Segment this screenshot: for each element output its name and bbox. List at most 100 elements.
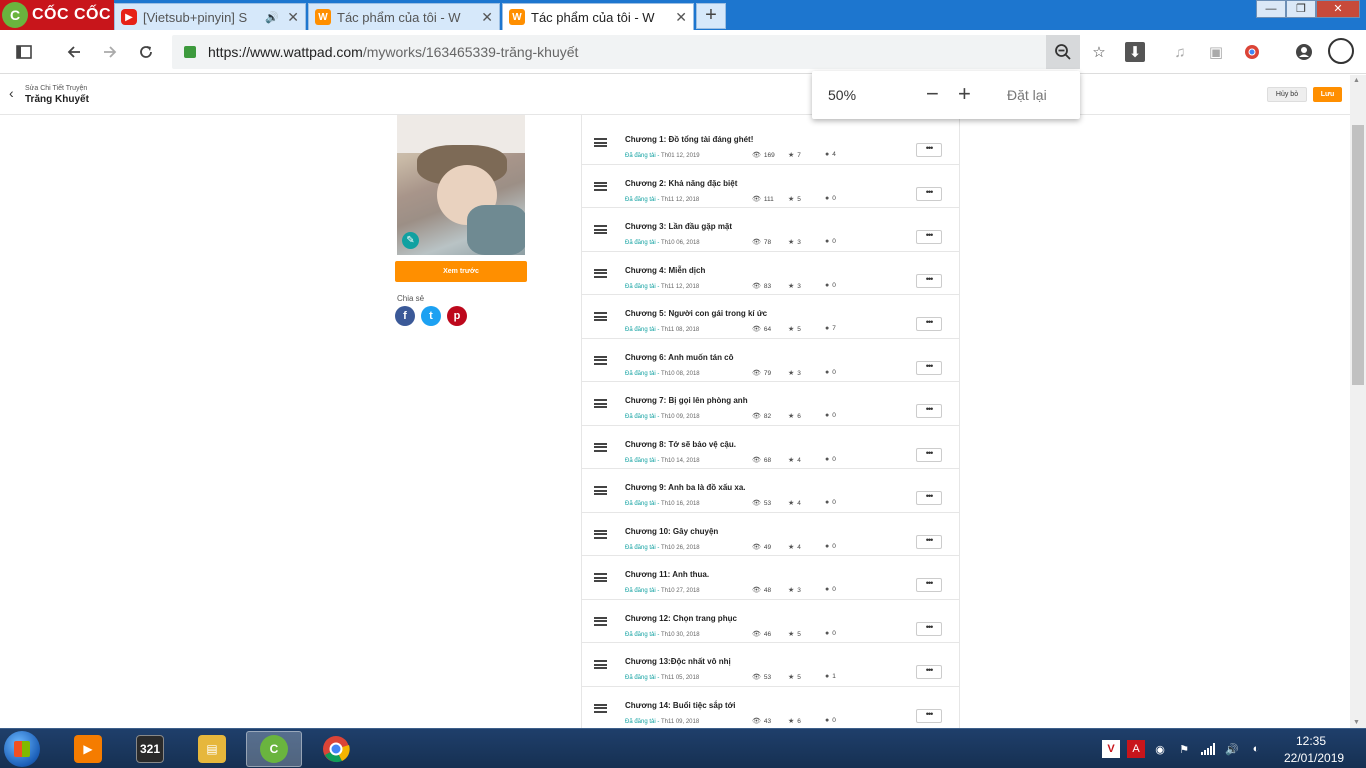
tab-wattpad-1[interactable]: W Tác phẩm của tôi - W ✕ (308, 3, 500, 30)
drag-handle-icon[interactable] (594, 225, 607, 234)
chapter-title[interactable]: Chương 9: Anh ba là đồ xấu xa. (625, 483, 746, 492)
back-icon[interactable] (62, 40, 86, 64)
drag-handle-icon[interactable] (594, 442, 607, 452)
more-options-button[interactable]: ••• (916, 534, 942, 549)
drag-handle-icon[interactable] (594, 573, 607, 582)
preview-button[interactable]: Xem trước (395, 261, 527, 282)
clock-date[interactable]: 22/01/2019 (1284, 751, 1344, 765)
chapter-row[interactable]: Chương 3: Lần đầu gặp mặt Đã đăng tải - T… (582, 208, 959, 252)
chapter-title[interactable]: Chương 12: Chọn trang phục (625, 614, 737, 623)
scroll-up-icon[interactable]: ▲ (1353, 77, 1360, 84)
zoom-minus-button[interactable]: − (926, 81, 939, 107)
music-icon[interactable]: ♫ (1170, 42, 1190, 62)
drag-handle-icon[interactable] (594, 703, 607, 713)
more-options-button[interactable]: ••• (916, 143, 942, 157)
taskbar-chrome[interactable] (308, 731, 364, 767)
chapter-row[interactable]: Chương 5: Người con gái trong kí ức Đã đă… (582, 295, 959, 339)
drag-handle-icon[interactable] (594, 529, 607, 539)
profile-icon[interactable] (1294, 42, 1314, 62)
more-options-button[interactable]: ••• (916, 665, 942, 679)
address-bar[interactable]: https://www.wattpad.com/myworks/16346533… (172, 35, 1080, 69)
taskbar-media-player[interactable]: ▶ (60, 731, 116, 767)
more-options-button[interactable]: ••• (916, 621, 942, 636)
extension-icon[interactable]: ▣ (1206, 42, 1226, 62)
taskbar-321-player[interactable]: 321 (122, 731, 178, 767)
zoom-plus-button[interactable]: + (958, 81, 971, 107)
taskbar-file-explorer[interactable]: ▤ (184, 731, 240, 767)
page-scrollbar[interactable]: ▲ ▼ (1350, 75, 1366, 728)
chapter-title[interactable]: Chương 6: Anh muốn tán cô (625, 353, 734, 362)
more-options-button[interactable]: ••• (916, 404, 942, 418)
volume-icon[interactable]: 🔊 (1223, 740, 1241, 758)
action-center-flag-icon[interactable]: ⚑ (1175, 740, 1193, 758)
chapter-row[interactable]: Chương 2: Khả năng đặc biệt Đã đăng tải -… (582, 164, 959, 208)
chapter-row[interactable]: Chương 12: Chọn trang phục Đã đăng tải - … (582, 599, 959, 643)
scroll-thumb[interactable] (1352, 125, 1364, 385)
chapter-row[interactable]: Chương 10: Gây chuyện Đã đăng tải - Th10 … (582, 512, 959, 556)
clock-time[interactable]: 12:35 (1296, 734, 1326, 748)
chapter-title[interactable]: Chương 3: Lần đầu gặp mặt (625, 222, 732, 231)
new-tab-button[interactable]: + (696, 3, 726, 29)
bookmark-star-icon[interactable]: ☆ (1089, 42, 1109, 62)
twitter-icon[interactable]: t (421, 306, 441, 326)
chapter-title[interactable]: Chương 10: Gây chuyện (625, 527, 718, 536)
chapter-title[interactable]: Chương 5: Người con gái trong kí ức (625, 309, 767, 318)
minimize-icon[interactable]: — (1256, 0, 1286, 18)
unikey-icon[interactable]: ◉ (1151, 740, 1169, 758)
more-options-button[interactable]: ••• (916, 273, 942, 288)
speaker-icon[interactable]: 🔊 (265, 11, 279, 24)
chapter-title[interactable]: Chương 4: Miễn dịch (625, 266, 705, 275)
forward-icon[interactable] (98, 40, 122, 64)
chapter-row[interactable]: Chương 6: Anh muốn tán cô Đã đăng tải - T… (582, 338, 959, 382)
chapter-row[interactable]: Chương 7: Bị gọi lên phòng anh Đã đăng tả… (582, 382, 959, 426)
chrome-extension-icon[interactable] (1242, 42, 1262, 62)
drag-handle-icon[interactable] (594, 486, 607, 495)
chapter-title[interactable]: Chương 14: Buổi tiệc sắp tới (625, 701, 736, 710)
chapter-row[interactable]: Chương 9: Anh ba là đồ xấu xa. Đã đăng tả… (582, 469, 959, 513)
more-options-button[interactable]: ••• (916, 708, 942, 723)
drag-handle-icon[interactable] (594, 268, 607, 278)
network-signal-icon[interactable] (1199, 740, 1217, 758)
tab-close-icon[interactable]: ✕ (675, 9, 687, 26)
drag-handle-icon[interactable] (594, 660, 607, 669)
more-options-button[interactable]: ••• (916, 491, 942, 505)
language-icon[interactable]: ◐ (1247, 740, 1265, 758)
taskbar-coccoc[interactable]: C (246, 731, 302, 767)
more-options-button[interactable]: ••• (916, 447, 942, 462)
drag-handle-icon[interactable] (594, 312, 607, 321)
more-options-button[interactable]: ••• (916, 186, 942, 201)
tab-close-icon[interactable]: ✕ (287, 9, 299, 26)
chapter-title[interactable]: Chương 13:Độc nhất vô nhị (625, 657, 731, 666)
drag-handle-icon[interactable] (594, 355, 607, 365)
scroll-down-icon[interactable]: ▼ (1353, 719, 1360, 726)
breadcrumb[interactable]: Sửa Chi Tiết Truyện (25, 85, 87, 92)
pinterest-icon[interactable]: p (447, 306, 467, 326)
coccoc-logo[interactable]: C CỐC CỐC (0, 0, 114, 30)
tab-close-icon[interactable]: ✕ (481, 9, 493, 26)
more-options-button[interactable]: ••• (916, 578, 942, 592)
chapter-title[interactable]: Chương 8: Tớ sẽ bảo vệ cậu. (625, 440, 736, 449)
drag-handle-icon[interactable] (594, 138, 607, 147)
menu-circle-icon[interactable] (1328, 38, 1354, 64)
facebook-icon[interactable]: f (395, 306, 415, 326)
zoom-out-indicator-icon[interactable] (1046, 35, 1080, 69)
drag-handle-icon[interactable] (594, 616, 607, 626)
back-chevron-icon[interactable]: ‹ (9, 85, 14, 101)
chapter-row[interactable]: Chương 1: Đồ tổng tài đáng ghét! Đã đăng … (582, 121, 959, 165)
more-options-button[interactable]: ••• (916, 230, 942, 244)
reload-icon[interactable] (134, 40, 158, 64)
chapter-row[interactable]: Chương 8: Tớ sẽ bảo vệ cậu. Đã đăng tải -… (582, 425, 959, 469)
edit-pencil-icon[interactable]: ✎ (402, 232, 419, 249)
chapter-row[interactable]: Chương 4: Miễn dịch Đã đăng tải - Th11 12… (582, 251, 959, 295)
drag-handle-icon[interactable] (594, 399, 607, 408)
cancel-button[interactable]: Hủy bỏ (1267, 87, 1307, 102)
drag-handle-icon[interactable] (594, 181, 607, 191)
tab-youtube[interactable]: ▶ [Vietsub+pinyin] S 🔊 ✕ (114, 3, 306, 30)
chapter-row[interactable]: Chương 14: Buổi tiệc sắp tới Đã đăng tải … (582, 686, 959, 729)
chapter-title[interactable]: Chương 7: Bị gọi lên phòng anh (625, 396, 748, 405)
antivirus-v-icon[interactable]: V (1102, 740, 1120, 758)
chapter-title[interactable]: Chương 11: Anh thua. (625, 570, 709, 579)
restore-icon[interactable]: ❐ (1286, 0, 1316, 18)
sidebar-toggle-icon[interactable] (12, 40, 36, 64)
zoom-reset-button[interactable]: Đặt lại (1007, 87, 1047, 103)
